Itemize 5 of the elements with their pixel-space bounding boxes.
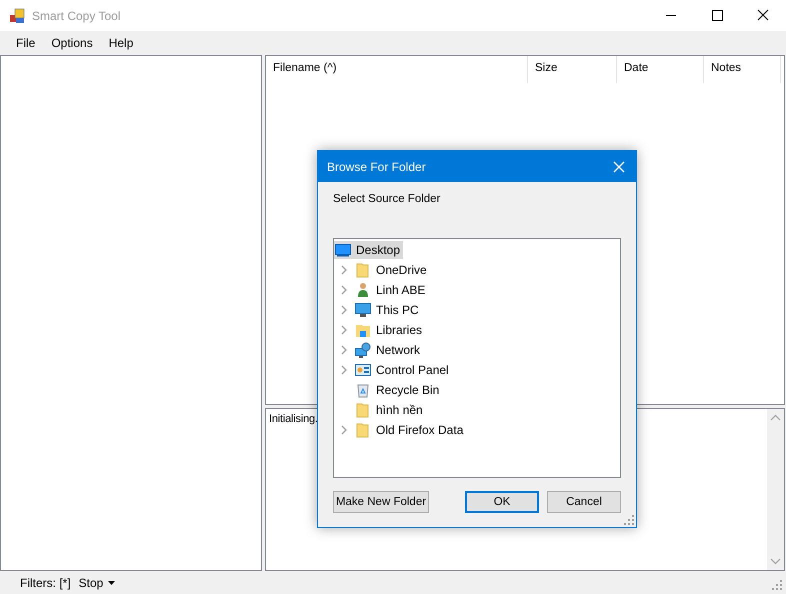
dialog-title: Browse For Folder (327, 160, 426, 174)
prompt-text: Select Source Folder (333, 193, 442, 207)
window-title: Smart Copy Tool (32, 8, 120, 22)
log-text: Initialising. (269, 413, 318, 425)
filters-label: Filters: [*] (20, 576, 71, 590)
